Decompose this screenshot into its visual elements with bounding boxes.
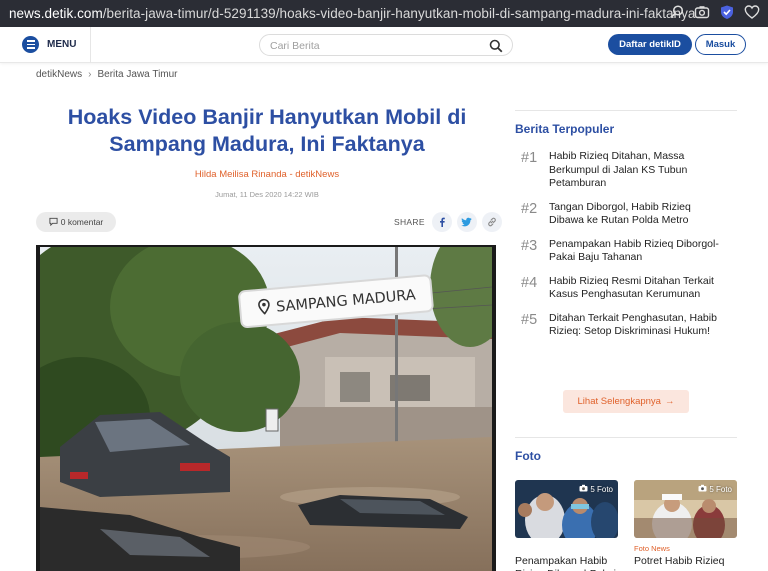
popular-link[interactable]: Ditahan Terkait Penghasutan, Habib Rizie…: [549, 312, 719, 339]
register-button[interactable]: Daftar detikID: [608, 34, 692, 55]
rank-number: #5: [521, 311, 538, 328]
facebook-share-button[interactable]: [431, 212, 452, 232]
breadcrumb: detikNews › Berita Jawa Timur: [36, 69, 178, 80]
rank-number: #4: [521, 274, 538, 291]
login-button[interactable]: Masuk: [695, 34, 746, 55]
camera-icon[interactable]: [694, 4, 710, 20]
breadcrumb-item-detiknews[interactable]: detikNews: [36, 69, 82, 80]
menu-label: MENU: [47, 39, 77, 50]
foto-category: [515, 544, 618, 553]
shield-icon[interactable]: [719, 4, 735, 20]
twitter-share-button[interactable]: [456, 212, 477, 232]
article-title: Hoaks Video Banjir Hanyutkan Mobil di Sa…: [67, 105, 467, 156]
rank-number: #1: [521, 150, 538, 166]
comments-count: 0 komentar: [60, 217, 104, 227]
search-box: [259, 34, 513, 56]
popular-link[interactable]: Habib Rizieq Resmi Ditahan Terkait Kasus…: [549, 275, 719, 302]
list-item[interactable]: #3 Penampakan Habib Rizieq Diborgol-Paka…: [521, 238, 737, 265]
popular-link[interactable]: Tangan Diborgol, Habib Rizieq Dibawa ke …: [549, 201, 719, 228]
photo-count-badge: 5 Foto: [579, 484, 613, 494]
location-pin-icon: [257, 298, 271, 319]
foto-heading: Foto: [515, 449, 541, 463]
list-item[interactable]: #1 Habib Rizieq Ditahan, Massa Berkumpul…: [521, 150, 737, 191]
popular-link[interactable]: Habib Rizieq Ditahan, Massa Berkumpul di…: [549, 150, 719, 191]
article-image[interactable]: SAMPANG MADURA: [36, 245, 496, 571]
search-icon[interactable]: [489, 39, 503, 58]
foto-thumbnail[interactable]: 5 Foto: [634, 480, 737, 538]
foto-thumbnail[interactable]: 5 Foto: [515, 480, 618, 538]
photo-count-badge: 5 Foto: [698, 484, 732, 494]
search-icon[interactable]: [669, 4, 685, 20]
rank-number: #3: [521, 237, 538, 254]
camera-icon: [698, 484, 707, 494]
popular-heading: Berita Terpopuler: [515, 122, 615, 136]
link-icon: [487, 217, 496, 227]
search-input[interactable]: [270, 38, 480, 53]
share-bar: SHARE: [394, 212, 502, 232]
twitter-icon: [461, 217, 472, 227]
heart-icon[interactable]: [744, 4, 760, 20]
foto-category[interactable]: Foto News: [634, 544, 737, 553]
sidebar-divider: [515, 437, 737, 438]
browser-url-bar[interactable]: news.detik.com/berita-jawa-timur/d-52911…: [0, 0, 768, 27]
header-divider: [90, 27, 91, 63]
url-text[interactable]: news.detik.com/berita-jawa-timur/d-52911…: [0, 6, 695, 21]
comments-button[interactable]: 0 komentar: [36, 212, 116, 232]
see-more-button[interactable]: Lihat Selengkapnya →: [563, 390, 689, 413]
popular-link[interactable]: Penampakan Habib Rizieq Diborgol-Pakai B…: [549, 238, 719, 265]
rank-number: #2: [521, 200, 538, 217]
article-author[interactable]: Hilda Meilisa Rinanda - detikNews: [40, 169, 494, 180]
foto-title[interactable]: Potret Habib Rizieq: [634, 555, 737, 568]
foto-card[interactable]: 5 Foto Penampakan Habib Rizieq Diborgol-…: [515, 480, 618, 571]
facebook-icon: [439, 217, 445, 227]
hamburger-icon: [22, 36, 39, 53]
share-label: SHARE: [394, 217, 425, 227]
list-item[interactable]: #2 Tangan Diborgol, Habib Rizieq Dibawa …: [521, 201, 737, 228]
copy-link-button[interactable]: [481, 212, 502, 232]
foto-title[interactable]: Penampakan Habib Rizieq Diborgol-Pakai: [515, 555, 618, 571]
comment-icon: [49, 217, 58, 228]
list-item[interactable]: #5 Ditahan Terkait Penghasutan, Habib Ri…: [521, 312, 737, 339]
camera-icon: [579, 484, 588, 494]
see-more-label: Lihat Selengkapnya: [577, 396, 661, 407]
article-date: Jumat, 11 Des 2020 14:22 WIB: [215, 190, 319, 199]
foto-card[interactable]: 5 Foto Foto News Potret Habib Rizieq: [634, 480, 737, 568]
sidebar-divider: [515, 110, 737, 111]
popular-list: #1 Habib Rizieq Ditahan, Massa Berkumpul…: [521, 150, 737, 349]
site-header: MENU Daftar detikID Masuk: [0, 27, 768, 63]
arrow-right-icon: →: [664, 396, 675, 407]
list-item[interactable]: #4 Habib Rizieq Resmi Ditahan Terkait Ka…: [521, 275, 737, 302]
menu-button[interactable]: MENU: [22, 36, 76, 53]
url-bar-icons: [669, 4, 760, 20]
chevron-right-icon: ›: [88, 69, 92, 80]
breadcrumb-item-berita-jawa-timur[interactable]: Berita Jawa Timur: [97, 69, 177, 80]
